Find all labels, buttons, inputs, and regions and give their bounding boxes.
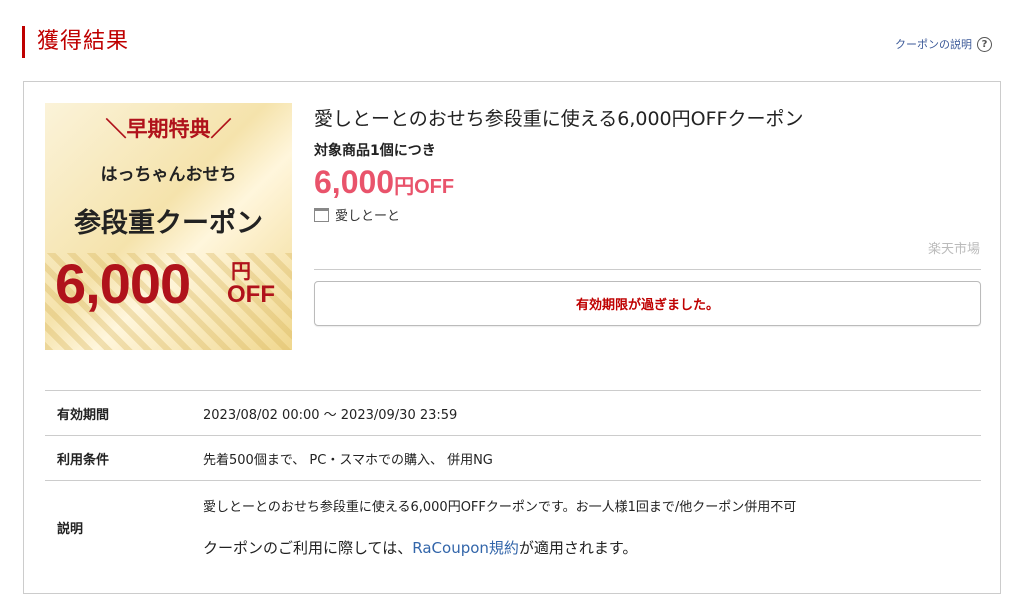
period-label: 有効期間 xyxy=(57,407,110,423)
banner-main-text: 参段重クーポン xyxy=(74,208,263,239)
page-title-text: 獲得結果 xyxy=(37,29,130,54)
description-text: 愛しとーとのおせち参段重に使える6,000円OFFクーポンです。お一人様1回まで… xyxy=(203,500,797,515)
terms-pre: クーポンのご利用に際しては、 xyxy=(203,539,413,557)
shop-row: 愛しとーと xyxy=(314,205,982,224)
terms-post: が適用されます。 xyxy=(518,539,638,557)
coupon-name: 愛しとーとのおせち参段重に使える6,000円OFFクーポン xyxy=(314,108,804,130)
period-value: 2023/08/02 00:00 〜 2023/09/30 23:59 xyxy=(203,407,458,423)
table-row-description: 説明 愛しとーとのおせち参段重に使える6,000円OFFクーポンです。お一人様1… xyxy=(45,481,981,573)
help-icon[interactable]: ? xyxy=(977,36,992,52)
conditions-label: 利用条件 xyxy=(57,452,110,468)
banner-sub-text: はっちゃんおせち xyxy=(100,165,237,185)
description-label: 説明 xyxy=(57,521,84,537)
page-title: 獲得結果 xyxy=(22,26,129,58)
discount-amount: 6,000 xyxy=(314,164,395,200)
coupon-help-label[interactable]: クーポンの説明 xyxy=(895,36,972,52)
coupon-banner-image: ＼早期特典／ はっちゃんおせち 参段重クーポン 6,000 円 OFF xyxy=(45,103,292,350)
shop-name: 愛しとーと xyxy=(335,209,401,224)
discount-unit: 円OFF xyxy=(394,176,455,198)
table-row-conditions: 利用条件 先着500個まで、 PC・スマホでの購入、 併用NG xyxy=(45,436,981,481)
divider xyxy=(314,269,981,270)
coupon-target: 対象商品1個につき xyxy=(314,143,436,159)
banner-unit: 円 xyxy=(231,259,251,283)
coupon-info: 愛しとーとのおせち参段重に使える6,000円OFFクーポン 対象商品1個につき … xyxy=(314,106,982,224)
racoupon-terms-link[interactable]: RaCoupon規約 xyxy=(412,539,519,557)
banner-top-text: ＼早期特典／ xyxy=(105,116,232,141)
banner-amount: 6,000 xyxy=(55,252,191,315)
table-row-period: 有効期間 2023/08/02 00:00 〜 2023/09/30 23:59 xyxy=(45,391,981,436)
terms-notice: クーポンのご利用に際しては、RaCoupon規約が適用されます。 xyxy=(203,537,981,558)
expired-status-button[interactable]: 有効期限が過ぎました。 xyxy=(314,281,981,326)
conditions-value: 先着500個まで、 PC・スマホでの購入、 併用NG xyxy=(203,452,493,468)
coupon-discount: 6,000円OFF xyxy=(314,164,982,201)
description-value: 愛しとーとのおせち参段重に使える6,000円OFFクーポンです。お一人様1回まで… xyxy=(203,496,981,558)
coupon-help-link[interactable]: クーポンの説明 ? xyxy=(895,36,992,52)
market-label: 楽天市場 xyxy=(927,242,980,257)
shop-icon xyxy=(314,207,329,222)
coupon-details-table: 有効期間 2023/08/02 00:00 〜 2023/09/30 23:59… xyxy=(45,390,981,573)
coupon-card: ＼早期特典／ はっちゃんおせち 参段重クーポン 6,000 円 OFF 愛しとー… xyxy=(23,81,1001,594)
banner-off: OFF xyxy=(227,281,275,308)
